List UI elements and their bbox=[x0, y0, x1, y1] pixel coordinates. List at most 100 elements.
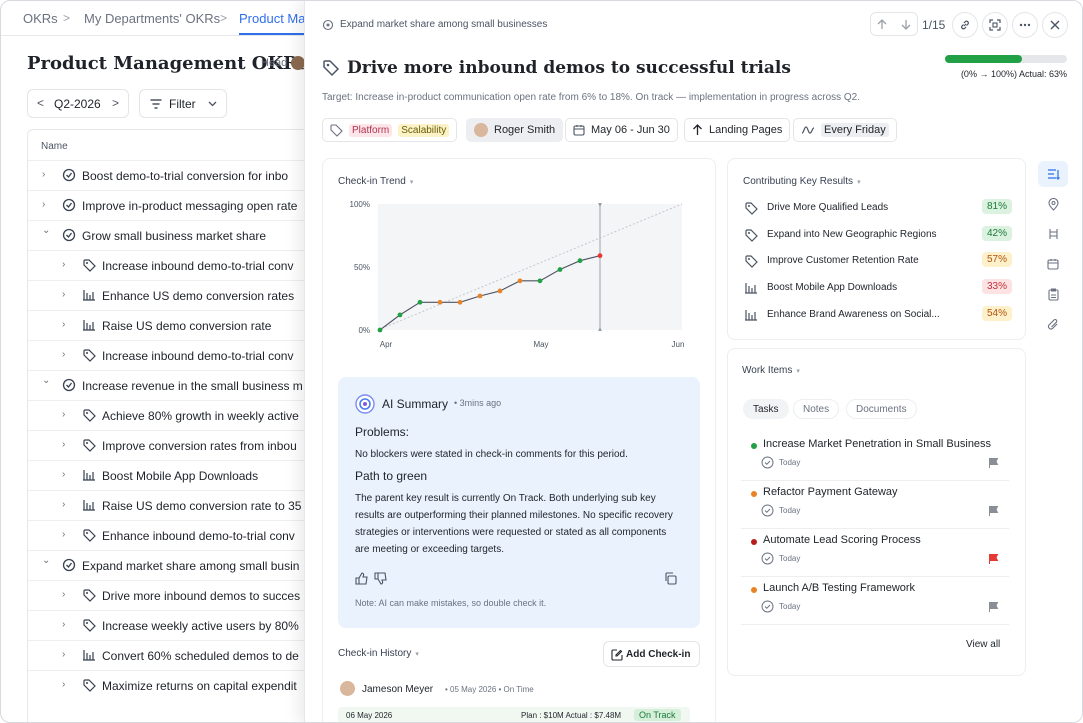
sidebar-clipboard-button[interactable] bbox=[1038, 281, 1068, 307]
contributing-key-result[interactable]: Improve Customer Retention Rate 57% bbox=[744, 251, 1012, 271]
table-row[interactable]: › Convert 60% scheduled demos to de bbox=[28, 640, 318, 670]
work-item[interactable]: Automate Lead Scoring Process Today bbox=[741, 531, 1009, 577]
date-range-chip[interactable]: May 06 - Jun 30 bbox=[565, 118, 678, 142]
chevron-right-icon[interactable]: › bbox=[62, 469, 72, 481]
chevron-right-icon[interactable]: › bbox=[62, 349, 72, 361]
flag-icon[interactable] bbox=[988, 601, 999, 613]
table-row[interactable]: ⌄ Expand market share among small busin bbox=[28, 550, 318, 580]
avatar[interactable] bbox=[291, 56, 305, 70]
chevron-right-icon[interactable]: › bbox=[62, 289, 72, 301]
copy-icon[interactable] bbox=[664, 572, 677, 585]
contributing-key-result[interactable]: Drive More Qualified Leads 81% bbox=[744, 198, 1012, 218]
tab-tasks[interactable]: Tasks bbox=[743, 399, 789, 419]
sidebar-location-button[interactable] bbox=[1038, 191, 1068, 217]
add-check-in-button[interactable]: Add Check-in bbox=[603, 641, 700, 667]
table-row[interactable]: › Increase inbound demo-to-trial conv bbox=[28, 250, 318, 280]
check-in-meta: • 05 May 2026 • On Time bbox=[445, 685, 534, 694]
table-row[interactable]: › Increase weekly active users by 80% bbox=[28, 610, 318, 640]
check-circle-icon[interactable] bbox=[761, 504, 774, 517]
owner-chip[interactable]: Roger Smith bbox=[466, 118, 564, 142]
chevron-right-icon[interactable]: › bbox=[62, 649, 72, 661]
arrow-up-icon[interactable] bbox=[877, 19, 887, 30]
contributing-key-results-title[interactable]: Contributing Key Results ▾ bbox=[743, 176, 861, 187]
chevron-right-icon[interactable]: > bbox=[112, 96, 119, 110]
tab-product-management[interactable]: Product Ma bbox=[239, 11, 305, 26]
check-in-plan-actual: Plan : $10M Actual : $7.48M bbox=[521, 711, 622, 720]
chevron-down-icon[interactable]: ⌄ bbox=[42, 225, 52, 237]
more-button[interactable] bbox=[1012, 12, 1038, 38]
thumbs-down-icon[interactable] bbox=[374, 572, 388, 585]
check-in-row[interactable]: 06 May 2026 Plan : $10M Actual : $7.48M … bbox=[338, 707, 690, 722]
chevron-down-icon[interactable]: ⌄ bbox=[42, 555, 52, 567]
check-circle-icon[interactable] bbox=[761, 552, 774, 565]
scan-icon bbox=[989, 19, 1001, 31]
table-row[interactable]: › Achieve 80% growth in weekly active bbox=[28, 400, 318, 430]
thumbs-up-icon[interactable] bbox=[355, 572, 369, 585]
table-row[interactable]: › Boost demo-to-trial conversion for inbo bbox=[28, 160, 318, 190]
focus-button[interactable] bbox=[982, 12, 1008, 38]
arrow-down-icon[interactable] bbox=[901, 19, 911, 30]
direction-chip[interactable]: Landing Pages bbox=[684, 118, 791, 142]
check-circle-icon[interactable] bbox=[761, 600, 774, 613]
check-in-trend-title[interactable]: Check-in Trend ▾ bbox=[338, 176, 413, 187]
flag-icon[interactable] bbox=[988, 505, 999, 517]
chevron-right-icon[interactable]: › bbox=[62, 319, 72, 331]
check-circle-icon[interactable] bbox=[761, 456, 774, 469]
work-item[interactable]: Launch A/B Testing Framework Today bbox=[741, 579, 1009, 625]
row-label: Achieve 80% growth in weekly active bbox=[102, 409, 299, 423]
table-row[interactable]: › Raise US demo conversion rate to 35 bbox=[28, 490, 318, 520]
table-row[interactable]: › Increase inbound demo-to-trial conv bbox=[28, 340, 318, 370]
check-in-history-title[interactable]: Check-in History ▾ bbox=[338, 648, 419, 659]
table-row[interactable]: › Enhance inbound demo-to-trial conv bbox=[28, 520, 318, 550]
table-row[interactable]: ⌄ Grow small business market share bbox=[28, 220, 318, 250]
table-row[interactable]: › Improve in-product messaging open rate bbox=[28, 190, 318, 220]
chevron-right-icon[interactable]: › bbox=[62, 529, 72, 541]
filter-button[interactable]: Filter bbox=[139, 89, 227, 118]
chevron-right-icon[interactable]: › bbox=[42, 199, 52, 211]
contributing-key-result[interactable]: Expand into New Geographic Regions 42% bbox=[744, 225, 1012, 245]
tab-okrs[interactable]: OKRs bbox=[23, 11, 58, 26]
tab-my-departments[interactable]: My Departments' OKRs bbox=[84, 11, 220, 26]
ai-disclaimer: Note: AI can make mistakes, so double ch… bbox=[355, 598, 547, 608]
sidebar-attachment-button[interactable] bbox=[1038, 311, 1068, 337]
table-row[interactable]: › Drive more inbound demos to succes bbox=[28, 580, 318, 610]
chevron-right-icon[interactable]: › bbox=[42, 169, 52, 181]
table-row[interactable]: › Boost Mobile App Downloads bbox=[28, 460, 318, 490]
work-item[interactable]: Refactor Payment Gateway Today bbox=[741, 483, 1009, 529]
tab-notes[interactable]: Notes bbox=[793, 399, 840, 419]
chevron-right-icon[interactable]: › bbox=[62, 259, 72, 271]
sidebar-details-button[interactable] bbox=[1038, 161, 1068, 187]
chevron-right-icon[interactable]: › bbox=[62, 619, 72, 631]
chevron-right-icon[interactable]: › bbox=[62, 679, 72, 691]
table-row[interactable]: › Enhance US demo conversion rates bbox=[28, 280, 318, 310]
flag-icon[interactable] bbox=[988, 457, 999, 469]
cadence-chip[interactable]: Every Friday bbox=[793, 118, 897, 142]
tab-documents[interactable]: Documents bbox=[846, 399, 917, 419]
chevron-right-icon[interactable]: › bbox=[62, 439, 72, 451]
chevron-right-icon[interactable]: › bbox=[62, 589, 72, 601]
table-row[interactable]: › Improve conversion rates from inbou bbox=[28, 430, 318, 460]
chevron-right-icon[interactable]: › bbox=[62, 409, 72, 421]
parent-objective-link[interactable]: Expand market share among small business… bbox=[340, 19, 547, 30]
view-all-link[interactable]: View all bbox=[966, 639, 1000, 650]
close-button[interactable] bbox=[1042, 12, 1068, 38]
tags-chip[interactable]: Platform Scalability bbox=[322, 118, 458, 142]
sidebar-alignment-button[interactable] bbox=[1038, 221, 1068, 247]
contributing-key-result[interactable]: Boost Mobile App Downloads 33% bbox=[744, 278, 1012, 298]
table-row[interactable]: › Raise US demo conversion rate bbox=[28, 310, 318, 340]
contributing-key-result[interactable]: Enhance Brand Awareness on Social... 54% bbox=[744, 305, 1012, 325]
chevron-left-icon[interactable]: < bbox=[37, 96, 44, 110]
data-point bbox=[537, 278, 543, 284]
work-items-title[interactable]: Work Items ▾ bbox=[742, 365, 800, 376]
work-item[interactable]: Increase Market Penetration in Small Bus… bbox=[741, 435, 1009, 481]
flag-icon[interactable] bbox=[988, 553, 999, 565]
table-row[interactable]: › Maximize returns on capital expendit bbox=[28, 670, 318, 700]
active-tab-indicator bbox=[239, 33, 309, 35]
wave-icon bbox=[801, 126, 815, 134]
period-selector[interactable]: < Q2-2026 > bbox=[27, 89, 129, 118]
chevron-right-icon[interactable]: › bbox=[62, 499, 72, 511]
table-row[interactable]: ⌄ Increase revenue in the small business … bbox=[28, 370, 318, 400]
chevron-down-icon[interactable]: ⌄ bbox=[42, 375, 52, 387]
link-button[interactable] bbox=[952, 12, 978, 38]
sidebar-calendar-button[interactable] bbox=[1038, 251, 1068, 277]
